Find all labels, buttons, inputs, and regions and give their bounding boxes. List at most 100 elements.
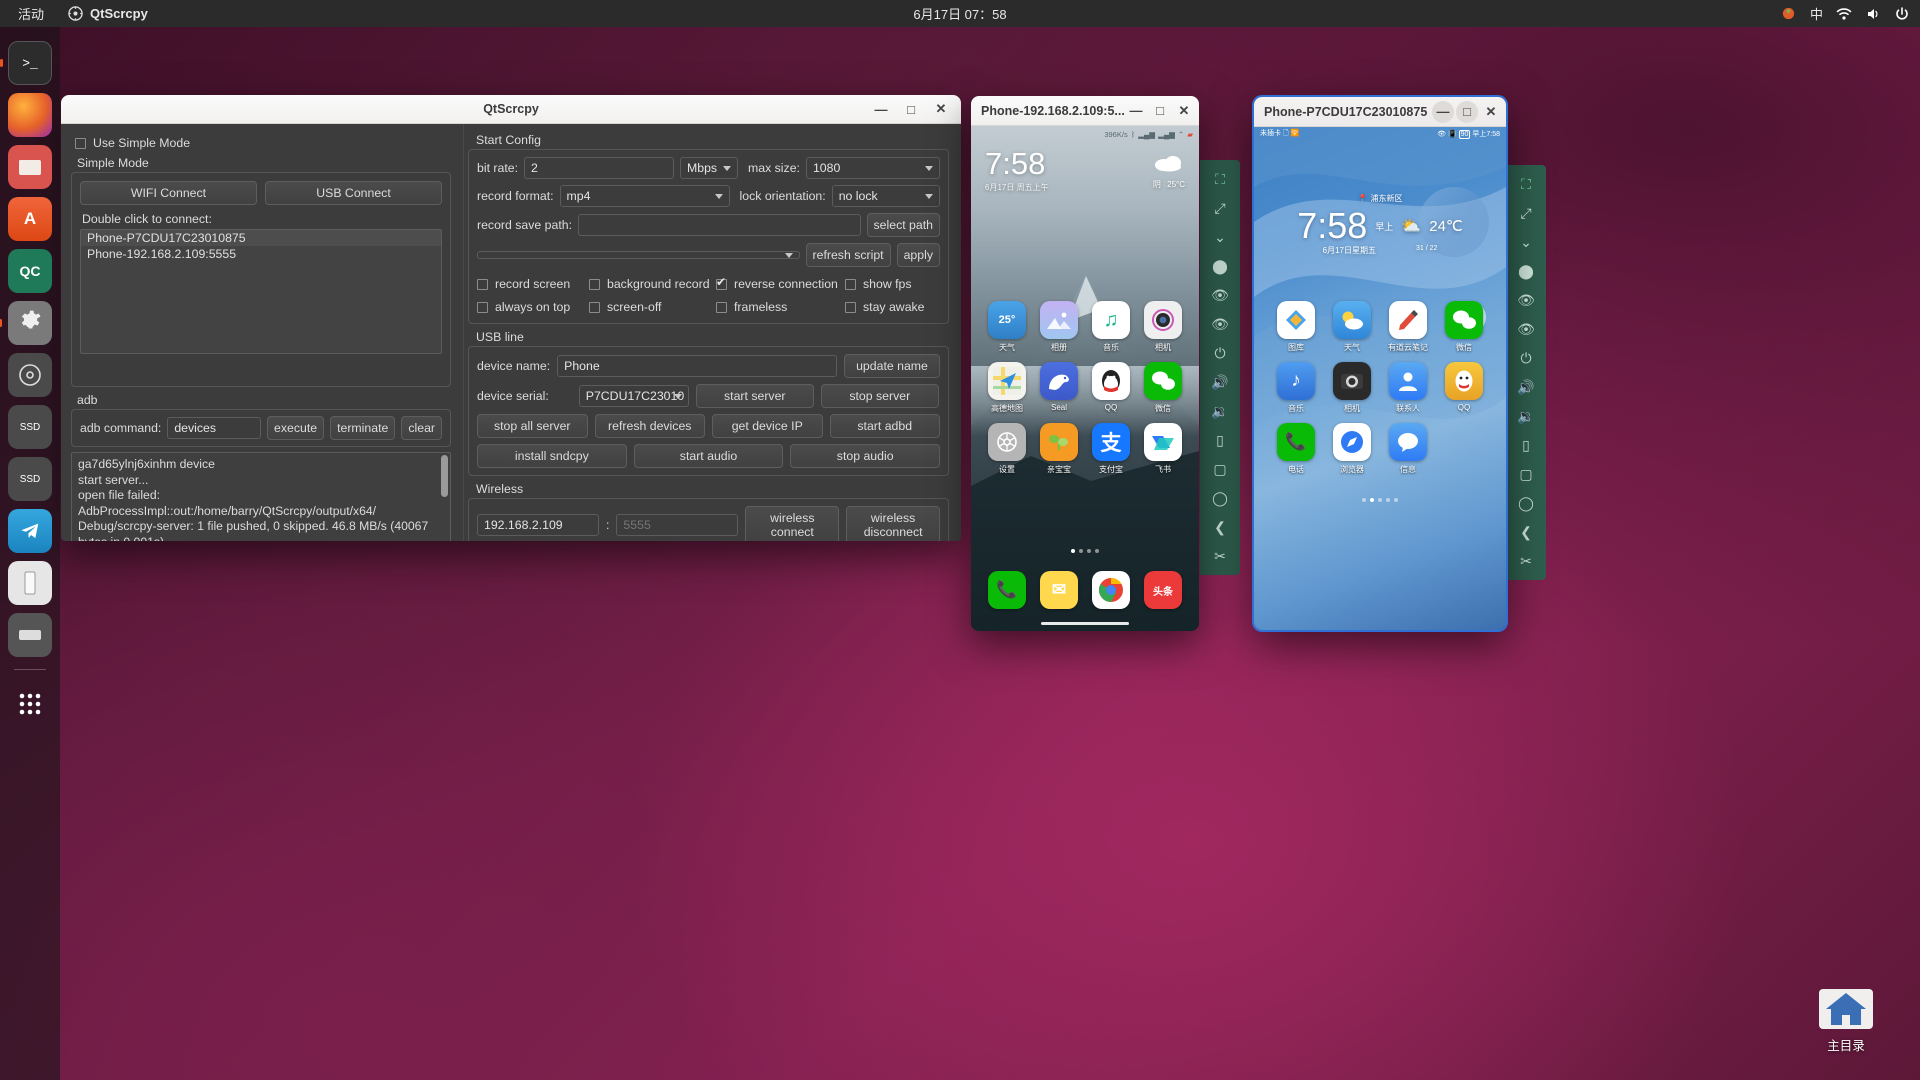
- background-record-row[interactable]: background record: [589, 274, 716, 294]
- start-audio-button[interactable]: start audio: [633, 444, 784, 468]
- device-list[interactable]: Phone-P7CDU17C23010875 Phone-192.168.2.1…: [80, 229, 442, 354]
- dock-item-firefox[interactable]: [8, 93, 52, 137]
- fullscreen-expand-icon[interactable]: ⛶: [1511, 171, 1541, 197]
- app-item[interactable]: 有道云笔记: [1380, 301, 1436, 353]
- app-item[interactable]: 高德地图: [981, 362, 1033, 414]
- app-item[interactable]: 浏览器: [1324, 423, 1380, 475]
- app-item[interactable]: 联系人: [1380, 362, 1436, 414]
- power-icon[interactable]: ⏻: [1511, 345, 1541, 371]
- phone-2-close-button[interactable]: ✕: [1480, 101, 1502, 123]
- maximize-button[interactable]: □: [897, 98, 925, 120]
- dock-item-usb-drive[interactable]: [8, 561, 52, 605]
- app-item[interactable]: 25° 天气: [981, 301, 1033, 353]
- dock-item-ssd-1[interactable]: SSD: [8, 405, 52, 449]
- select-path-button[interactable]: select path: [866, 213, 940, 237]
- ime-indicator[interactable]: 中: [1810, 4, 1823, 23]
- phone-1-clock-widget[interactable]: 7:58 6月17日 周五上午: [985, 148, 1049, 193]
- refresh-devices-button[interactable]: refresh devices: [594, 414, 705, 438]
- app-item[interactable]: 相机: [1324, 362, 1380, 414]
- phone-app-icon[interactable]: 📞: [988, 571, 1026, 609]
- page-dot[interactable]: [1095, 549, 1099, 553]
- dock-item-telegram[interactable]: [8, 509, 52, 553]
- start-adbd-button[interactable]: start adbd: [829, 414, 940, 438]
- power-icon[interactable]: [1894, 6, 1910, 22]
- terminate-button[interactable]: terminate: [330, 416, 396, 440]
- get-device-ip-button[interactable]: get device IP: [712, 414, 823, 438]
- chrome-app-icon[interactable]: [1092, 571, 1130, 609]
- app-item[interactable]: 信息: [1380, 423, 1436, 475]
- clear-button[interactable]: clear: [401, 416, 442, 440]
- dock-item-settings[interactable]: [8, 301, 52, 345]
- square-home-icon[interactable]: ▢: [1205, 456, 1235, 482]
- eye-off-icon[interactable]: 👁: [1205, 311, 1235, 337]
- adb-command-input[interactable]: [167, 417, 261, 439]
- volume-down-icon[interactable]: 🔉: [1511, 403, 1541, 429]
- app-item[interactable]: 相机: [1137, 301, 1189, 353]
- dock-item-ubuntu-software[interactable]: A: [8, 197, 52, 241]
- page-dot[interactable]: [1079, 549, 1083, 553]
- screen-off-row[interactable]: screen-off: [589, 297, 716, 317]
- app-item[interactable]: Seal: [1033, 362, 1085, 414]
- device-name-input[interactable]: [557, 355, 837, 377]
- wireless-port-input[interactable]: [616, 514, 739, 536]
- always-on-top-checkbox[interactable]: [477, 301, 488, 313]
- screen-off-checkbox[interactable]: [589, 301, 600, 313]
- back-circle-icon[interactable]: ◯: [1205, 485, 1235, 511]
- chevrons-down-icon[interactable]: ⌄: [1205, 224, 1235, 250]
- phone-1-home-indicator[interactable]: [1041, 622, 1129, 625]
- max-size-select[interactable]: 1080: [805, 157, 940, 179]
- reverse-connection-row[interactable]: reverse connection: [716, 274, 845, 294]
- wireless-connect-button[interactable]: wireless connect: [745, 506, 840, 541]
- phone-1-titlebar[interactable]: Phone-192.168.2.109:5... — □ ✕: [971, 96, 1199, 126]
- stop-audio-button[interactable]: stop audio: [790, 444, 941, 468]
- device-serial-select[interactable]: P7CDU17C23010: [578, 385, 689, 407]
- show-fps-row[interactable]: show fps: [845, 274, 912, 294]
- desktop-home-icon[interactable]: 主目录: [1798, 981, 1894, 1054]
- phone-2-maximize-button[interactable]: □: [1456, 100, 1478, 123]
- page-dot[interactable]: [1071, 549, 1075, 553]
- app-switch-icon[interactable]: ▯: [1205, 427, 1235, 453]
- phone-1-minimize-button[interactable]: —: [1125, 100, 1147, 122]
- execute-button[interactable]: execute: [267, 416, 325, 440]
- eye-off-icon[interactable]: 👁: [1511, 316, 1541, 342]
- refresh-script-button[interactable]: refresh script: [805, 243, 891, 267]
- activities-button[interactable]: 活动: [0, 4, 58, 23]
- phone-1-close-button[interactable]: ✕: [1173, 100, 1195, 122]
- dock-item-trash[interactable]: [8, 613, 52, 657]
- page-dot[interactable]: [1087, 549, 1091, 553]
- app-item[interactable]: 相册: [1033, 301, 1085, 353]
- power-icon[interactable]: ⏻: [1205, 340, 1235, 366]
- wifi-icon[interactable]: [1836, 6, 1852, 22]
- main-window-titlebar[interactable]: QtScrcpy — □ ✕: [61, 95, 961, 124]
- phone-1-screen[interactable]: 396K/s ᛒ ▂▄▆ ▂▄▆ ⌃ ▰ 7:58 6月17日 周五上午 阴 2…: [971, 126, 1199, 631]
- square-home-icon[interactable]: ▢: [1511, 461, 1541, 487]
- use-simple-mode-checkbox[interactable]: [75, 137, 86, 149]
- app-item[interactable]: 图库: [1268, 301, 1324, 353]
- install-sndcpy-button[interactable]: install sndcpy: [477, 444, 627, 468]
- apply-button[interactable]: apply: [896, 243, 940, 267]
- stop-server-button[interactable]: stop server: [820, 384, 939, 408]
- show-fps-checkbox[interactable]: [845, 278, 856, 290]
- bit-rate-input[interactable]: [524, 157, 675, 179]
- close-button[interactable]: ✕: [927, 98, 955, 120]
- chevrons-down-icon[interactable]: ⌄: [1511, 229, 1541, 255]
- back-arrow-icon[interactable]: ❮: [1511, 519, 1541, 545]
- phone-1-maximize-button[interactable]: □: [1149, 100, 1171, 122]
- app-item[interactable]: QQ: [1436, 362, 1492, 414]
- wifi-connect-button[interactable]: WIFI Connect: [80, 181, 257, 205]
- scissors-icon[interactable]: ✂: [1511, 548, 1541, 574]
- always-on-top-row[interactable]: always on top: [477, 297, 589, 317]
- app-item[interactable]: 支 支付宝: [1085, 423, 1137, 475]
- dock-item-ssd-2[interactable]: SSD: [8, 457, 52, 501]
- app-item[interactable]: ♫ 音乐: [1085, 301, 1137, 353]
- page-dot[interactable]: [1362, 498, 1366, 502]
- volume-up-icon[interactable]: 🔊: [1511, 374, 1541, 400]
- bit-rate-unit-select[interactable]: Mbps: [680, 157, 739, 179]
- record-format-select[interactable]: mp4: [559, 185, 730, 207]
- app-item[interactable]: 飞书: [1137, 423, 1189, 475]
- app-item[interactable]: 亲宝宝: [1033, 423, 1085, 475]
- record-screen-checkbox[interactable]: [477, 278, 488, 290]
- app-item[interactable]: 微信: [1137, 362, 1189, 414]
- record-save-path-input[interactable]: [578, 214, 861, 236]
- phone-2-weather-clock-widget[interactable]: 📍 浦东新区 7:58 早上 ⛅ 24℃ 6月17日星期五 31 / 22: [1254, 193, 1506, 256]
